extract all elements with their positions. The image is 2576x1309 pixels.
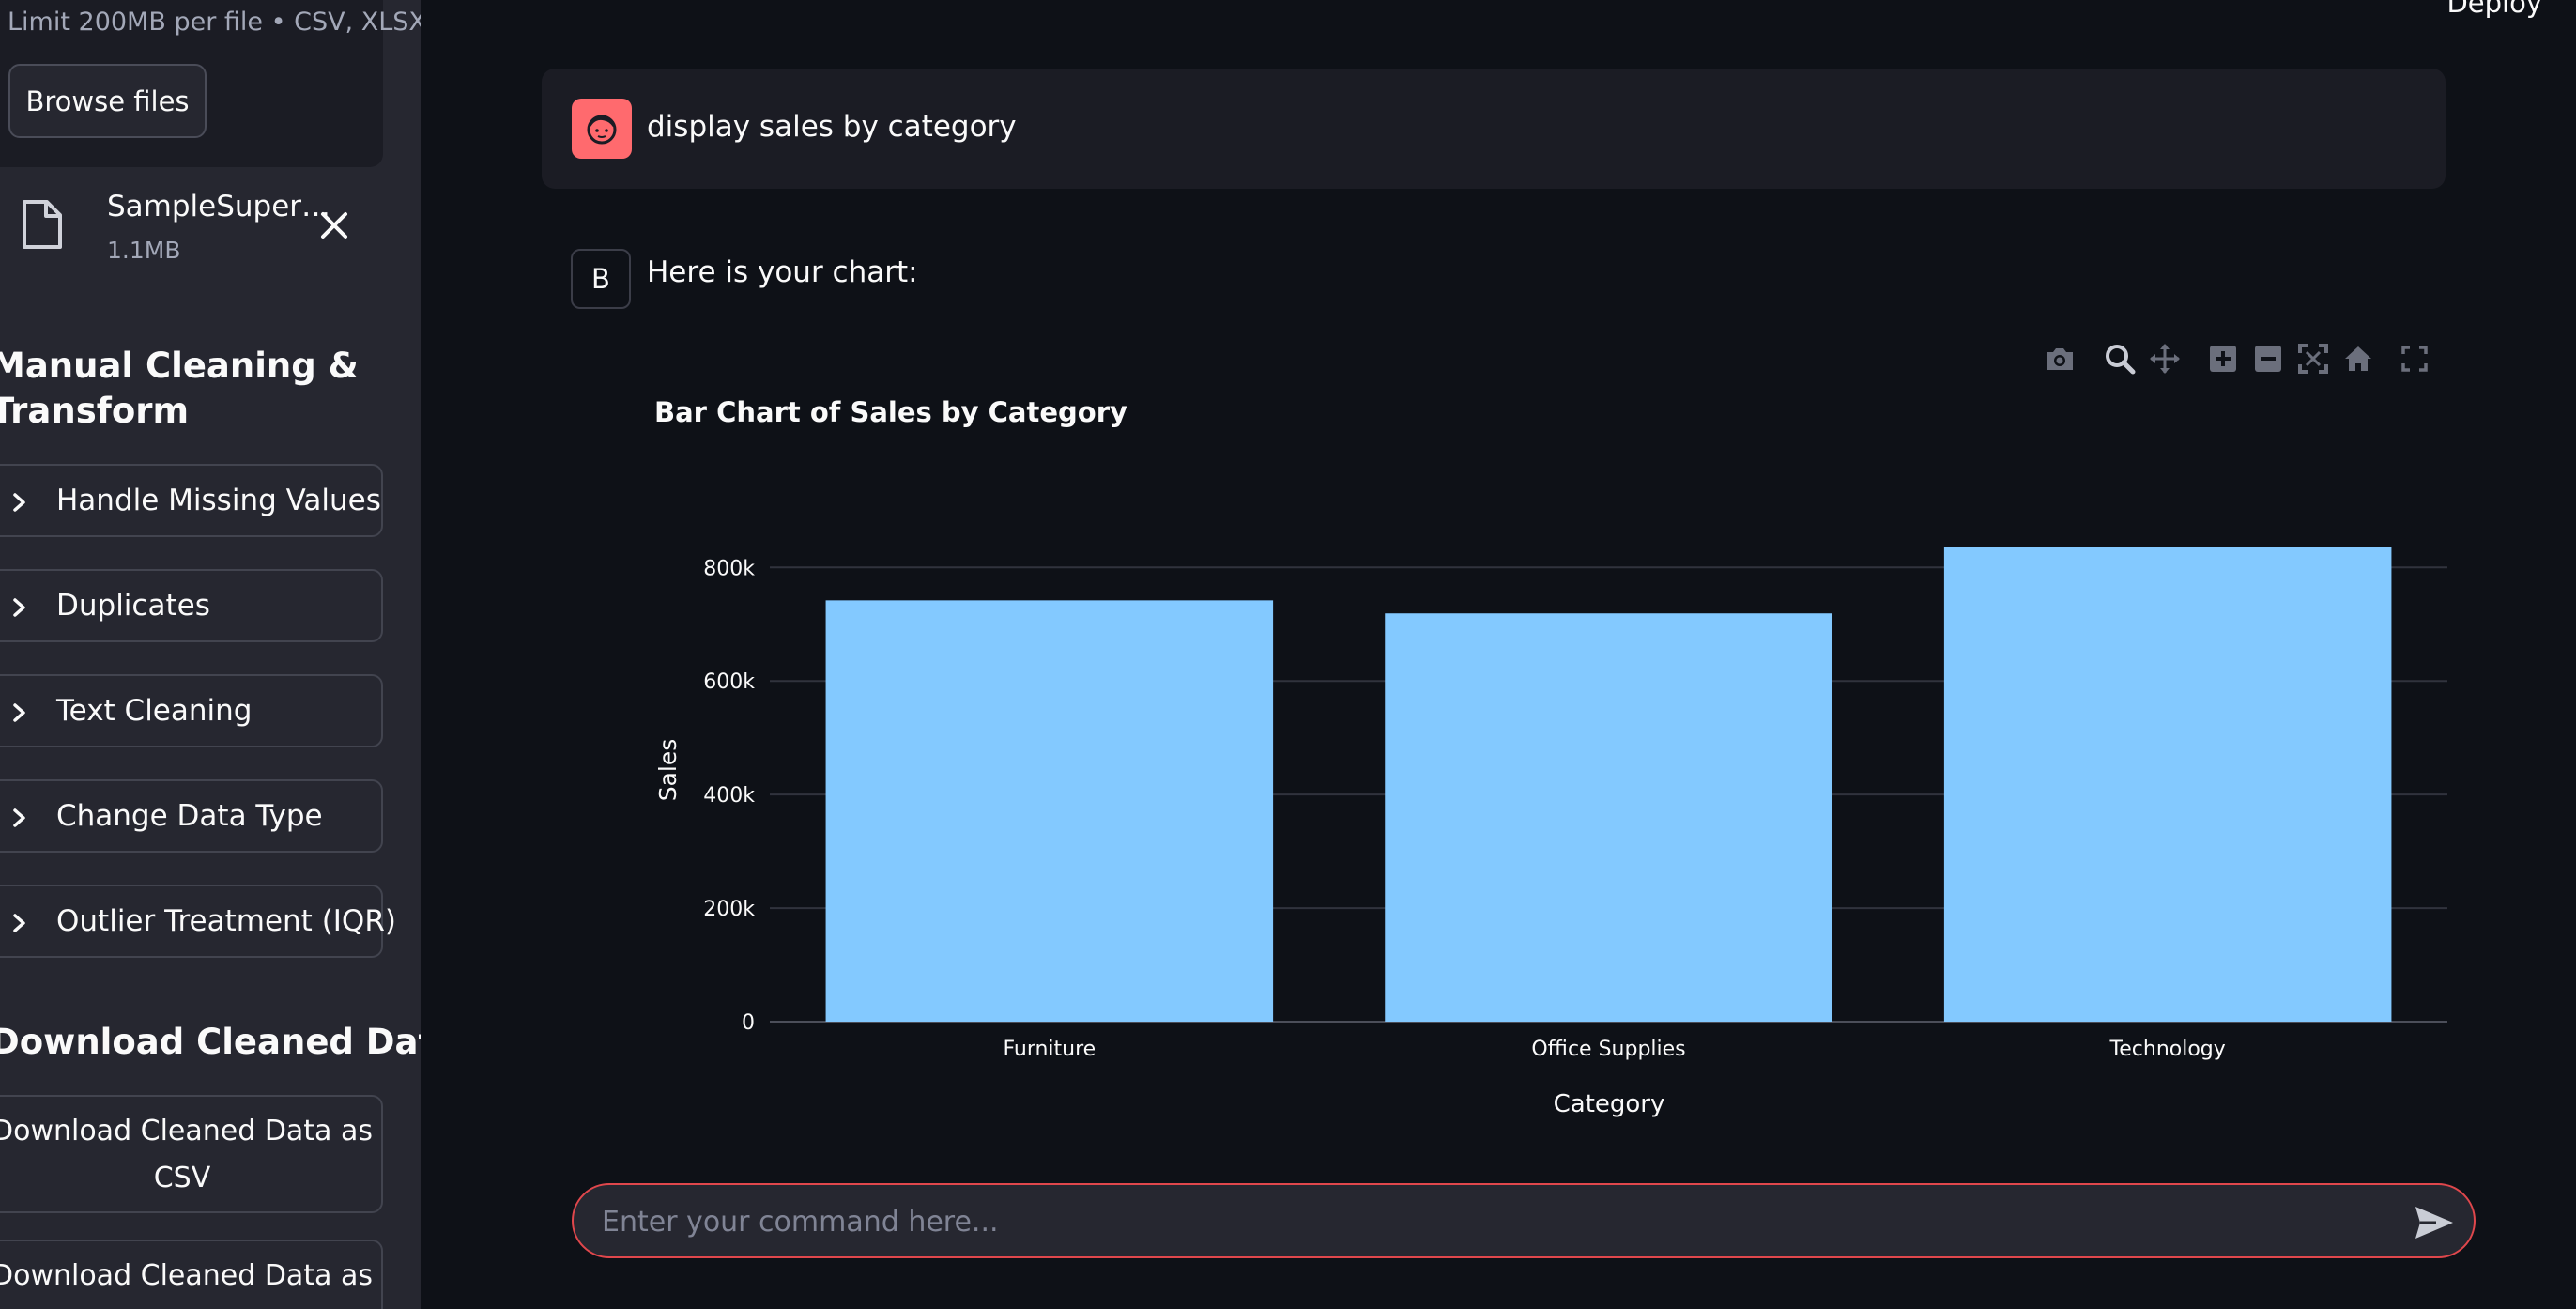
expander-label: Outlier Treatment (IQR) (56, 904, 396, 938)
chevron-right-icon (13, 703, 25, 722)
bars (825, 547, 2392, 1022)
download-csv-button[interactable]: Download Cleaned Data as CSV (0, 1095, 383, 1213)
chat-input-bar (572, 1183, 2476, 1258)
y-tick-label: 0 (742, 1011, 755, 1035)
chevron-right-icon (13, 914, 25, 932)
send-icon[interactable] (2414, 1204, 2455, 1241)
pan-icon[interactable] (2146, 340, 2184, 377)
manual-cleaning-heading: Manual Cleaning & Transform (0, 344, 359, 434)
sidebar: Limit 200MB per file • CSV, XLSX Browse … (0, 0, 421, 1309)
expander-label: Text Cleaning (56, 694, 253, 728)
bot-avatar: B (571, 249, 631, 309)
chart-modebar (2028, 340, 2441, 377)
bot-message-text: Here is your chart: (647, 255, 918, 289)
zoom-in-icon[interactable] (2204, 340, 2242, 377)
browse-files-button[interactable]: Browse files (8, 64, 207, 138)
y-tick-labels: 0 200k 400k 600k 800k (703, 557, 755, 1035)
y-tick-label: 200k (703, 898, 755, 921)
manual-heading-line1: Manual Cleaning & (0, 346, 359, 386)
expander-text-cleaning[interactable]: Text Cleaning (0, 674, 383, 747)
bar-chart: Bar Chart of Sales by Category 0 200k 400k… (654, 396, 2447, 1118)
chevron-right-icon (13, 808, 25, 827)
chevron-right-icon (13, 493, 25, 512)
y-tick-label: 800k (703, 557, 755, 580)
reset-axes-icon[interactable] (2339, 340, 2377, 377)
zoom-out-icon[interactable] (2249, 340, 2287, 377)
close-icon[interactable] (317, 208, 351, 242)
camera-icon[interactable] (2041, 340, 2078, 377)
download-csv-label-line1: Download Cleaned Data as (0, 1115, 373, 1147)
expander-outlier-treatment[interactable]: Outlier Treatment (IQR) (0, 885, 396, 958)
expander-change-data-type[interactable]: Change Data Type (0, 779, 383, 853)
uploaded-file-name: SampleSuper… (107, 190, 331, 223)
bar-office-supplies[interactable] (1385, 613, 1832, 1022)
download-xlsx-button[interactable]: Download Cleaned Data as (0, 1240, 383, 1309)
x-axis-label: Category (1554, 1090, 1665, 1118)
chart-title: Bar Chart of Sales by Category (654, 396, 1127, 428)
user-avatar (572, 99, 632, 159)
user-message-text: display sales by category (647, 110, 1017, 144)
download-csv-label-line2: CSV (153, 1162, 211, 1194)
x-tick-label: Technology (2109, 1038, 2226, 1061)
deploy-button[interactable]: Deploy (2446, 0, 2542, 19)
x-tick-label: Furniture (1003, 1038, 1096, 1061)
download-heading: Download Cleaned Data (0, 1022, 421, 1062)
x-tick-labels: Furniture Office Supplies Technology (1003, 1038, 2225, 1061)
zoom-icon[interactable] (2101, 340, 2139, 377)
expander-label: Handle Missing Values (56, 484, 381, 517)
expander-duplicates[interactable]: Duplicates (0, 569, 383, 642)
file-icon (23, 200, 62, 249)
file-uploader: Limit 200MB per file • CSV, XLSX Browse … (0, 0, 421, 167)
autoscale-icon[interactable] (2294, 340, 2332, 377)
y-axis-label: Sales (654, 739, 682, 802)
uploader-limit-text: Limit 200MB per file • CSV, XLSX (8, 8, 421, 37)
chevron-right-icon (13, 598, 25, 617)
x-tick-label: Office Supplies (1531, 1038, 1685, 1061)
y-tick-label: 600k (703, 670, 755, 694)
uploaded-file-size: 1.1MB (107, 237, 181, 264)
command-input[interactable] (602, 1196, 2367, 1247)
fullscreen-icon[interactable] (2396, 340, 2433, 377)
bar-furniture[interactable] (825, 600, 1274, 1022)
y-tick-label: 400k (703, 784, 755, 808)
bar-technology[interactable] (1943, 547, 2392, 1022)
user-message: display sales by category (542, 69, 2446, 189)
expander-label: Change Data Type (56, 799, 323, 833)
expander-label: Duplicates (56, 589, 210, 623)
download-xlsx-label-line1: Download Cleaned Data as (0, 1259, 373, 1292)
manual-heading-line2: Transform (0, 391, 190, 431)
face-icon (587, 115, 617, 145)
expander-handle-missing-values[interactable]: Handle Missing Values (0, 464, 383, 537)
